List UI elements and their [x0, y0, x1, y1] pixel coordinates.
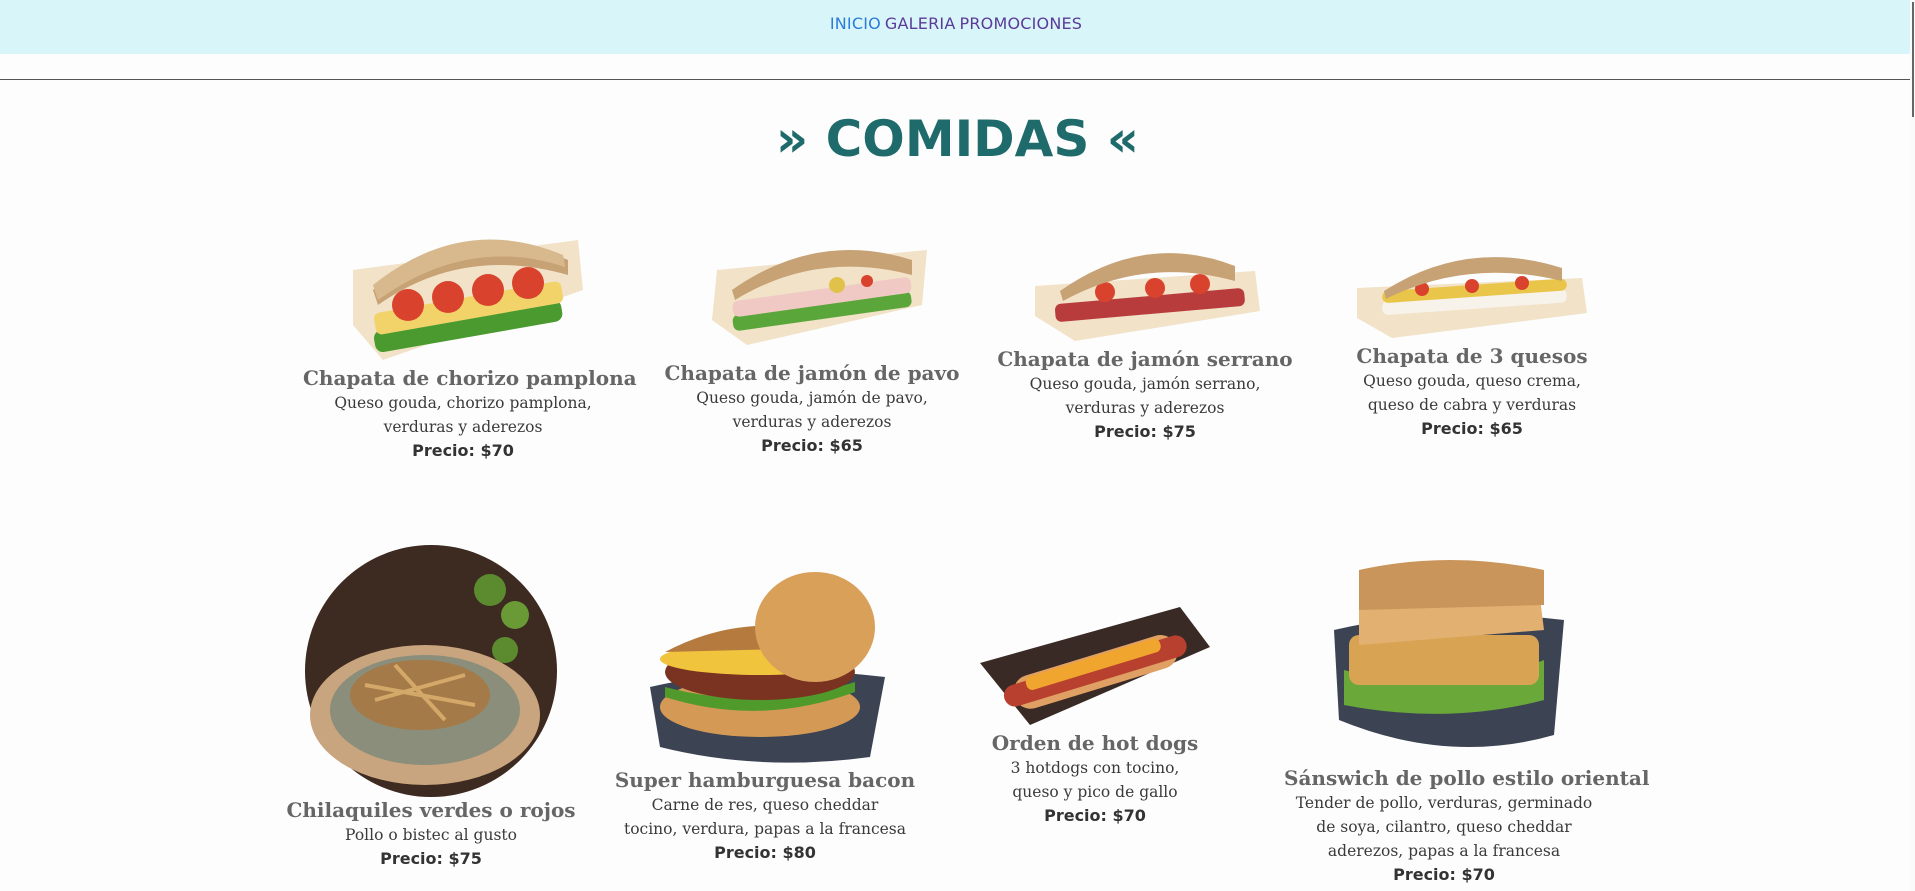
item-description: verduras y aderezos	[732, 413, 892, 431]
item-description: Queso gouda, queso crema,	[1363, 372, 1581, 390]
item-price: Precio: $75	[380, 849, 482, 868]
item-price: Precio: $65	[761, 436, 863, 455]
item-name: Chapata de chorizo pamplona	[303, 366, 637, 390]
chapata-pavo-image	[712, 250, 927, 345]
scrollbar-thumb[interactable]	[1912, 2, 1914, 117]
nav-links: INICIO GALERIA PROMOCIONES	[0, 14, 1912, 33]
hamburguesa-image	[650, 572, 885, 763]
item-price: Precio: $80	[714, 843, 816, 862]
chapata-serrano-image	[1035, 253, 1260, 341]
item-name: Chapata de jamón serrano	[997, 347, 1293, 371]
nav-link-promociones[interactable]: PROMOCIONES	[959, 14, 1082, 33]
nav-link-inicio[interactable]: INICIO	[830, 14, 881, 33]
chilaquiles-image	[305, 545, 557, 797]
item-name: Orden de hot dogs	[991, 731, 1199, 755]
item-name: Super hamburguesa bacon	[614, 768, 916, 792]
item-description: queso de cabra y verduras	[1367, 396, 1577, 414]
item-description: verduras y aderezos	[383, 418, 543, 436]
item-price: Precio: $70	[1044, 806, 1146, 825]
item-price: Precio: $70	[412, 441, 514, 460]
item-description: queso y pico de gallo	[1012, 783, 1178, 801]
menu-item: Chapata de jamón serrano Queso gouda, ja…	[985, 226, 1305, 444]
menu-item: Sánswich de pollo estilo oriental Tender…	[1284, 550, 1650, 887]
chapata-3-quesos-image	[1357, 257, 1587, 338]
item-price: Precio: $65	[1421, 419, 1523, 438]
item-description: Queso gouda, jamón serrano,	[1029, 375, 1261, 393]
item-price: Precio: $70	[1393, 865, 1495, 884]
header-divider	[0, 79, 1910, 80]
item-description: aderezos, papas a la francesa	[1327, 842, 1561, 860]
nav-link-galeria[interactable]: GALERIA	[885, 14, 956, 33]
item-description: Queso gouda, chorizo pamplona,	[334, 394, 592, 412]
item-description: Queso gouda, jamón de pavo,	[696, 389, 928, 407]
item-description: tocino, verdura, papas a la francesa	[623, 820, 907, 838]
menu-item: Chapata de chorizo pamplona Queso gouda,…	[303, 205, 637, 463]
item-name: Chilaquiles verdes o rojos	[286, 798, 576, 822]
menu-item: Chapata de jamón de pavo Queso gouda, ja…	[652, 215, 972, 458]
menu-item: Chapata de 3 quesos Queso gouda, queso c…	[1312, 233, 1632, 441]
item-description: verduras y aderezos	[1065, 399, 1225, 417]
item-description: Pollo o bistec al gusto	[345, 826, 517, 844]
item-name: Sánswich de pollo estilo oriental	[1284, 766, 1650, 790]
menu-item: Chilaquiles verdes o rojos Pollo o biste…	[271, 545, 591, 871]
hot-dogs-image	[980, 607, 1210, 725]
menu-item: Super hamburguesa bacon Carne de res, qu…	[605, 567, 925, 865]
chapata-chorizo-image	[353, 239, 583, 360]
top-navbar: INICIO GALERIA PROMOCIONES	[0, 0, 1912, 54]
item-price: Precio: $75	[1094, 422, 1196, 441]
section-title: » COMIDAS «	[775, 110, 1140, 168]
sandwich-pollo-image	[1334, 560, 1564, 747]
item-description: 3 hotdogs con tocino,	[1010, 759, 1180, 777]
item-name: Chapata de jamón de pavo	[664, 361, 960, 385]
item-description: Tender de pollo, verduras, germinado	[1295, 794, 1593, 812]
item-description: de soya, cilantro, queso cheddar	[1316, 818, 1572, 836]
item-description: Carne de res, queso cheddar	[651, 796, 879, 814]
menu-item: Orden de hot dogs 3 hotdogs con tocino, …	[935, 605, 1255, 828]
item-name: Chapata de 3 quesos	[1356, 344, 1588, 368]
